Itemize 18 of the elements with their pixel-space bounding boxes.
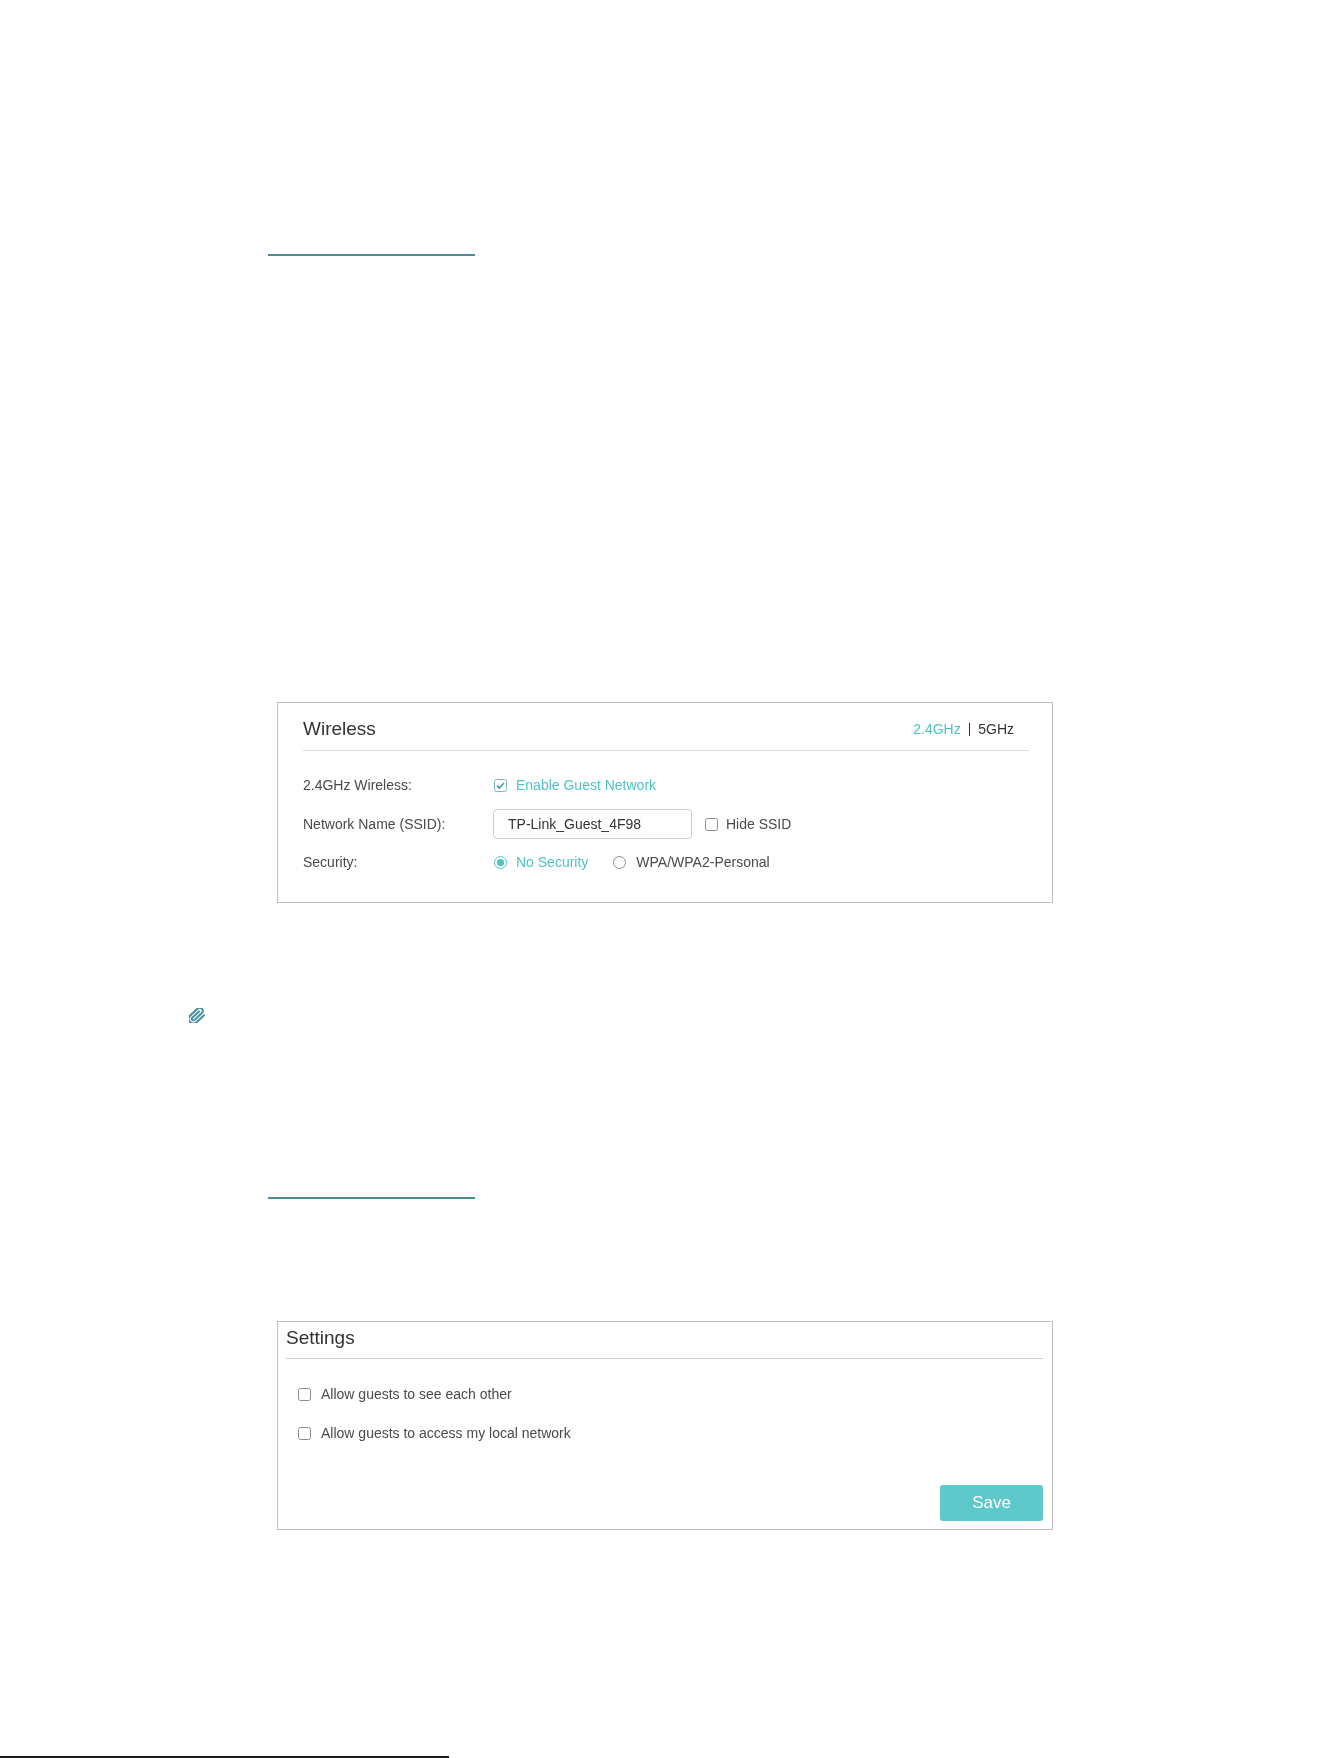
radio-button[interactable]	[494, 855, 507, 869]
option-label[interactable]: Allow guests to access my local network	[321, 1422, 571, 1444]
checkbox[interactable]	[494, 778, 507, 792]
field-label: 2.4GHz Wireless:	[303, 777, 412, 793]
field-label: Network Name (SSID):	[303, 816, 446, 832]
panel-title: Settings	[286, 1327, 355, 1348]
checkbox[interactable]	[298, 1426, 311, 1440]
band-tab[interactable]: 5GHz	[978, 718, 1014, 740]
option-label[interactable]: WPA/WPA2-Personal	[636, 851, 770, 873]
checkbox[interactable]	[705, 817, 718, 831]
option-label[interactable]: Allow guests to see each other	[321, 1383, 512, 1405]
field-label: Security:	[303, 854, 358, 870]
ssid-input[interactable]: TP-Link_Guest_4F98	[493, 809, 692, 839]
option-label[interactable]: Hide SSID	[726, 813, 792, 835]
panel-title: Wireless	[303, 717, 376, 741]
checkbox[interactable]	[298, 1387, 311, 1401]
paperclip-icon	[189, 1008, 205, 1023]
radio-button[interactable]	[613, 855, 627, 869]
